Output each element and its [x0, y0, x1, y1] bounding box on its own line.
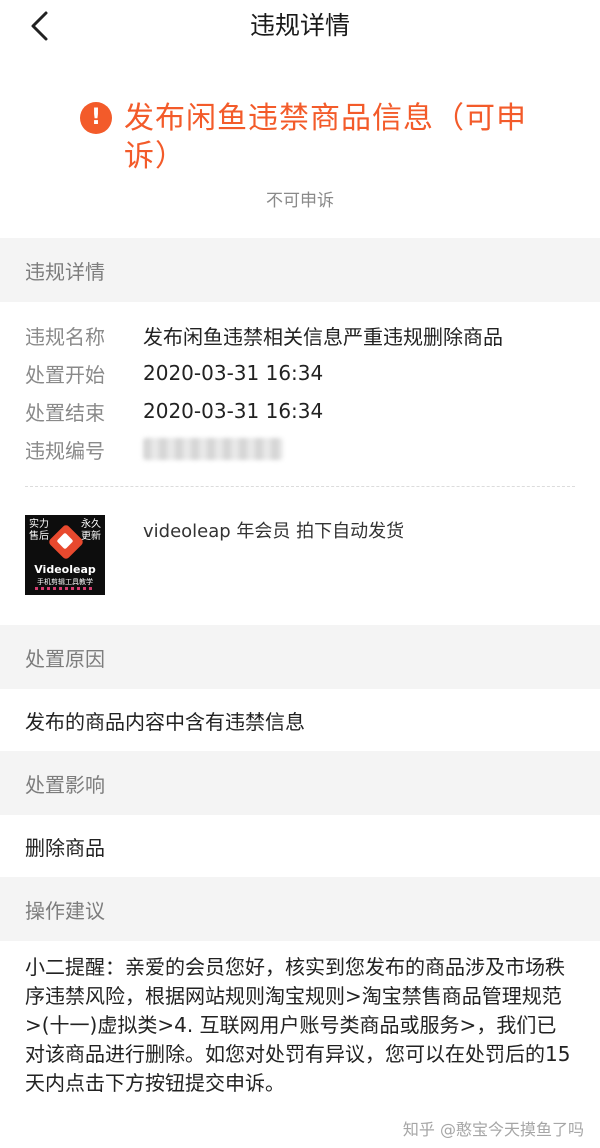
detail-row-name: 违规名称 发布闲鱼违禁相关信息严重违规删除商品: [25, 316, 575, 354]
impact-text: 删除商品: [25, 835, 105, 860]
status-title: 发布闲鱼违禁商品信息（可申诉）: [124, 101, 527, 174]
status-row: ! 发布闲鱼违禁商品信息（可申诉）: [80, 100, 540, 176]
detail-row-start: 处置开始 2020-03-31 16:34: [25, 354, 575, 392]
reason-text: 发布的商品内容中含有违禁信息: [25, 709, 305, 734]
detail-row-end: 处置结束 2020-03-31 16:34: [25, 392, 575, 430]
status-header: ! 发布闲鱼违禁商品信息（可申诉） 不可申诉: [0, 52, 600, 238]
detail-value: 2020-03-31 16:34: [143, 361, 324, 385]
detail-value: 2020-03-31 16:34: [143, 399, 324, 423]
section-header-impact: 处置影响: [0, 751, 600, 815]
product-thumbnail: 实力售后 永久更新 Videoleap 手机剪辑工具教学: [25, 515, 105, 595]
detail-label: 违规编号: [25, 438, 105, 463]
nav-bar: 违规详情: [0, 0, 600, 52]
detail-label: 处置开始: [25, 362, 105, 387]
section-header-advice: 操作建议: [0, 877, 600, 941]
detail-label: 违规名称: [25, 324, 105, 349]
watermark: 知乎 @憨宝今天摸鱼了吗: [402, 1120, 584, 1139]
thumb-decoration: [35, 587, 95, 590]
section-header-reason: 处置原因: [0, 625, 600, 689]
advice-text: 小二提醒：亲爱的会员您好，核实到您发布的商品涉及市场秩序违禁风险，根据网站规则淘…: [25, 955, 571, 1095]
blurred-violation-id: [143, 438, 283, 460]
thumb-tagline: 手机剪辑工具教学: [37, 578, 93, 586]
product-card[interactable]: 实力售后 永久更新 Videoleap 手机剪辑工具教学 videoleap 年…: [25, 487, 575, 625]
alert-circle-icon: !: [80, 102, 112, 134]
detail-value: 发布闲鱼违禁相关信息严重违规删除商品: [143, 324, 503, 349]
page-title: 违规详情: [249, 11, 350, 40]
page: 违规详情 ! 发布闲鱼违禁商品信息（可申诉） 不可申诉 违规详情 违规名称 发布…: [0, 0, 600, 1148]
thumb-text-left: 实力售后: [29, 519, 49, 542]
details-list: 违规名称 发布闲鱼违禁相关信息严重违规删除商品 处置开始 2020-03-31 …: [0, 302, 600, 625]
appeal-status: 不可申诉: [266, 191, 334, 211]
product-name: videoleap 年会员 拍下自动发货: [143, 521, 405, 542]
detail-label: 处置结束: [25, 400, 105, 425]
detail-row-id: 违规编号: [25, 430, 575, 468]
section-header-details: 违规详情: [0, 238, 600, 302]
thumb-brand: Videoleap: [34, 563, 96, 576]
